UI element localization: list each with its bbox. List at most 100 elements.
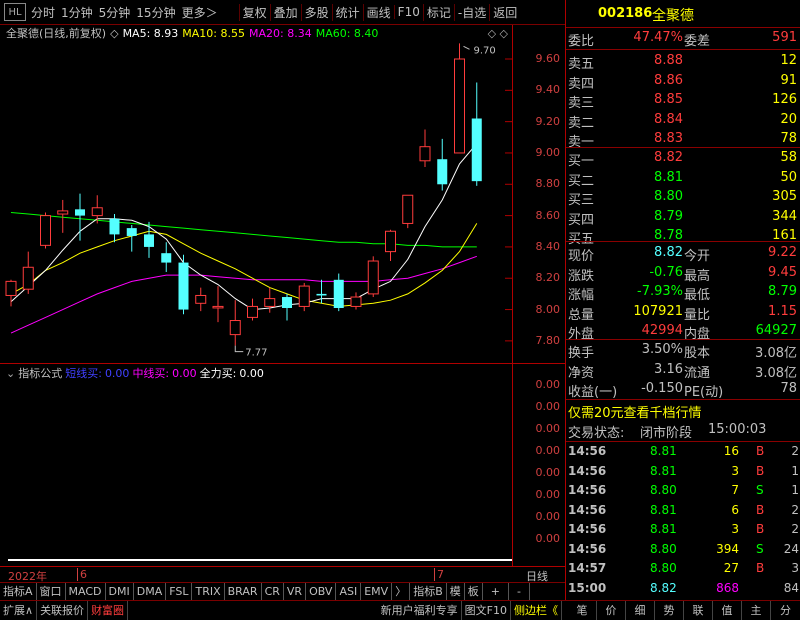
- tab-brar[interactable]: BRAR: [225, 583, 262, 600]
- sidebar-toggle[interactable]: 侧边栏《: [511, 601, 562, 620]
- toolbar-multi[interactable]: 多股: [300, 3, 332, 21]
- toolbar-draw[interactable]: 画线: [362, 3, 394, 21]
- candle-body: [437, 159, 448, 185]
- toolbar-f10[interactable]: F10: [393, 5, 423, 19]
- sells-row[interactable]: 卖五 8.88 12: [566, 51, 800, 72]
- toolbar-back[interactable]: 返回: [489, 3, 520, 21]
- toolbar-5min[interactable]: 5分钟: [96, 4, 134, 21]
- candle-up[interactable]: [419, 129, 431, 168]
- buys-row[interactable]: 买四 8.79 344: [566, 207, 800, 228]
- tick-row[interactable]: 14:56 8.81 3 B 1: [566, 462, 800, 483]
- tab-indicator-a[interactable]: 指标A: [0, 583, 37, 600]
- candle-up[interactable]: [5, 279, 17, 307]
- toolbar-15min[interactable]: 15分钟: [133, 4, 178, 21]
- tick-row[interactable]: 14:56 8.81 3 B 2: [566, 520, 800, 541]
- rp-tab-lian[interactable]: 联: [684, 601, 713, 620]
- candle-down[interactable]: [333, 273, 344, 312]
- candle-up[interactable]: [298, 282, 310, 312]
- tab-vr[interactable]: VR: [284, 583, 307, 600]
- rp-tab-zhu[interactable]: 主: [742, 601, 771, 620]
- tab-asi[interactable]: ASI: [336, 583, 362, 600]
- tick-row[interactable]: 14:56 8.81 16 B 2: [566, 442, 800, 463]
- candle-up[interactable]: [40, 212, 51, 249]
- candle-up[interactable]: [229, 300, 241, 346]
- sells-row[interactable]: 卖四 8.86 91: [566, 71, 800, 92]
- indicator-name[interactable]: 指标公式: [18, 365, 62, 381]
- tab-cr[interactable]: CR: [262, 583, 284, 600]
- rp-tab-zhi[interactable]: 值: [713, 601, 742, 620]
- candle-down[interactable]: [178, 254, 189, 315]
- tab-macd[interactable]: MACD: [66, 583, 106, 600]
- candle-up[interactable]: [91, 195, 103, 224]
- toolbar-watchlist[interactable]: -自选: [453, 3, 489, 21]
- candle-up[interactable]: [402, 194, 414, 229]
- buys-row[interactable]: 买二 8.81 50: [566, 168, 800, 189]
- tab-plus[interactable]: +: [483, 583, 509, 600]
- candle-down[interactable]: [437, 138, 448, 191]
- toolbar-intraday[interactable]: 分时: [28, 4, 58, 21]
- candle-down[interactable]: [144, 221, 154, 258]
- toolbar-1min[interactable]: 1分钟: [58, 4, 96, 21]
- indicator-a-value: 0.00: [104, 366, 130, 380]
- tab-minus[interactable]: -: [509, 583, 530, 600]
- buys-volume: 305: [772, 189, 797, 204]
- candle-down[interactable]: [75, 193, 85, 241]
- f10-button[interactable]: 图文F10: [462, 601, 511, 620]
- candle-up[interactable]: [22, 251, 34, 294]
- sells-row[interactable]: 卖三 8.85 126: [566, 90, 800, 111]
- tab-trix[interactable]: TRIX: [192, 583, 225, 600]
- tick-count: 2: [791, 522, 799, 536]
- tab-mo[interactable]: 模: [447, 583, 465, 600]
- promo-text[interactable]: 仅需20元查看千档行情: [568, 402, 702, 421]
- candle-up[interactable]: [264, 287, 276, 313]
- toolbar-overlay[interactable]: 叠加: [269, 3, 301, 21]
- chart-settings-icon[interactable]: ◇ ◇: [488, 27, 508, 40]
- tick-row[interactable]: 14:56 8.80 394 S 24: [566, 540, 800, 561]
- diamond-icon[interactable]: ◇: [110, 27, 118, 40]
- tab-ban[interactable]: 板: [465, 583, 483, 600]
- candlestick-chart[interactable]: 9.70 7.77: [0, 41, 512, 363]
- candle-down[interactable]: [161, 242, 172, 272]
- buys-row[interactable]: 买一 8.82 58: [566, 148, 800, 169]
- rp-tab-shi[interactable]: 势: [655, 601, 684, 620]
- sells-row[interactable]: 卖二 8.84 20: [566, 110, 800, 131]
- tab-dmi[interactable]: DMI: [106, 583, 134, 600]
- tick-row[interactable]: 14:56 8.80 7 S 1: [566, 481, 800, 502]
- rp-tab-xi[interactable]: 细: [626, 601, 655, 620]
- candle-up[interactable]: [212, 286, 224, 323]
- candle-down[interactable]: [282, 293, 292, 321]
- buys-row[interactable]: 买三 8.80 305: [566, 187, 800, 208]
- tab-fsl[interactable]: FSL: [166, 583, 193, 600]
- buys-price: 8.81: [654, 169, 683, 185]
- newuser-promo-link[interactable]: 新用户福利专享: [378, 601, 462, 620]
- promo-row[interactable]: 仅需20元查看千档行情: [566, 400, 800, 421]
- rp-tab-jia[interactable]: 价: [597, 601, 626, 620]
- candle-up[interactable]: [350, 292, 362, 310]
- candle-up[interactable]: [385, 229, 396, 262]
- rp-tab-fen[interactable]: 分: [771, 601, 800, 620]
- tick-row[interactable]: 14:56 8.81 6 B 2: [566, 501, 800, 522]
- tick-row[interactable]: 14:57 8.80 27 B 3: [566, 559, 800, 580]
- candle-up[interactable]: [454, 43, 465, 154]
- candle-up[interactable]: [367, 256, 379, 298]
- tab-obv[interactable]: OBV: [306, 583, 337, 600]
- candle-up[interactable]: [195, 287, 207, 312]
- candle-down[interactable]: [126, 224, 137, 252]
- toolbar-mark[interactable]: 标记: [422, 3, 454, 21]
- toolbar-more[interactable]: 更多＞: [179, 4, 221, 21]
- related-quotes-button[interactable]: 关联报价: [37, 601, 89, 620]
- tab-window[interactable]: 窗口: [37, 583, 66, 600]
- expand-button[interactable]: 扩展∧: [0, 601, 38, 620]
- wealth-circle-button[interactable]: 财富圈: [88, 601, 129, 620]
- tab-scroll-right[interactable]: 〉: [392, 583, 411, 600]
- toolbar-adjust[interactable]: 复权: [238, 3, 270, 21]
- candle-down[interactable]: [471, 82, 482, 186]
- chevron-down-icon[interactable]: ⌄: [6, 367, 15, 380]
- rp-tab-bi[interactable]: 笔: [568, 601, 597, 620]
- tick-row[interactable]: 15:00 8.82 868 84: [566, 579, 800, 600]
- tab-emv[interactable]: EMV: [361, 583, 393, 600]
- tab-indicator-b[interactable]: 指标B: [410, 583, 447, 600]
- candle-up[interactable]: [247, 298, 258, 321]
- tab-dma[interactable]: DMA: [134, 583, 167, 600]
- toolbar-stats[interactable]: 统计: [331, 3, 363, 21]
